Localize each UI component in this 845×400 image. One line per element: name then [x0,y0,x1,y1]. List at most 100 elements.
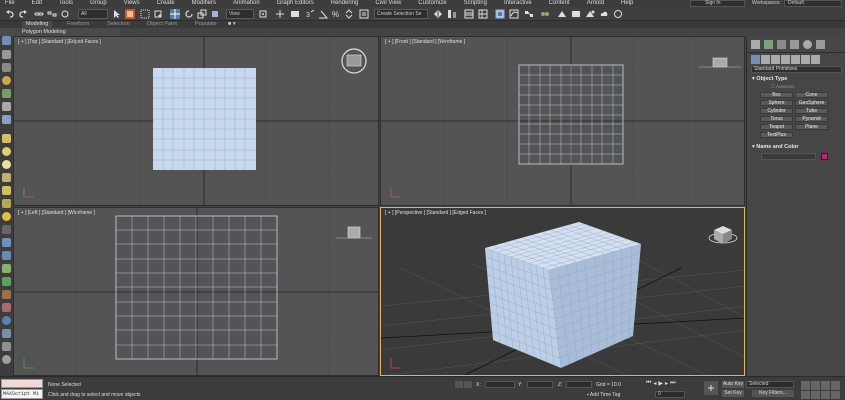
display-panel-icon[interactable] [803,40,812,49]
unlink-icon[interactable] [47,9,57,19]
select-by-name-icon[interactable] [125,9,135,19]
name-and-color-header[interactable]: ▾ Name and Color [752,144,798,150]
toggle-ribbon-icon[interactable] [495,9,505,19]
spinner-snap-icon[interactable] [344,9,354,19]
undo-icon[interactable] [5,9,15,19]
rendered-frame-window-icon[interactable] [571,9,581,19]
pyramid-button[interactable]: Pyramid [795,116,828,122]
utilities-icon[interactable] [2,342,11,351]
bind-spacewarp-icon[interactable] [60,9,70,19]
helper-icon[interactable] [2,173,11,182]
viewport-perspective[interactable]: [ + ] [Perspective ] [Standard ] [Edged … [380,207,745,376]
render-production-icon[interactable] [585,9,595,19]
ribbon-options-icon[interactable]: ■ ▾ [228,21,236,28]
set-key-icon[interactable]: + [704,381,718,395]
selection-filter-select[interactable]: All [78,9,108,19]
angle-snap-icon[interactable] [318,9,328,19]
maxscript-listener-input[interactable]: MAXScript Mi [1,389,43,399]
field-of-view-icon[interactable] [801,390,810,399]
scene-icon[interactable] [2,63,11,72]
menu-civil-view[interactable]: Civil View [370,0,401,7]
display-icon[interactable] [2,102,11,111]
menu-graph-editors[interactable]: Graph Editors [272,0,314,7]
cameras-category-icon[interactable] [781,55,790,64]
utilities-panel-icon[interactable] [816,40,825,49]
light-icon[interactable] [2,76,11,85]
tab-modeling[interactable]: Modeling [22,21,53,28]
tab-populate[interactable]: Populate [195,21,217,28]
menu-customize[interactable]: Customize [413,0,446,7]
align-icon[interactable] [447,9,457,19]
object-name-input[interactable] [761,153,816,160]
shapes-category-icon[interactable] [761,55,770,64]
object-color-swatch[interactable] [821,153,828,160]
create-selection-icon[interactable] [2,36,11,45]
sphere-button[interactable]: Sphere [760,100,793,106]
select-and-rotate-icon[interactable] [184,9,194,19]
cylinder-button[interactable]: Cylinder [760,108,793,114]
zoom-extents-icon[interactable] [821,381,830,390]
extras-icon[interactable] [2,355,11,364]
select-and-place-icon[interactable] [210,9,220,19]
orbit-icon[interactable] [821,390,830,399]
mirror-icon[interactable] [433,9,443,19]
maximize-viewport-icon[interactable] [831,390,840,399]
primitive-category-select[interactable]: Standard Primitives [751,66,842,73]
selection-lock-icon[interactable] [464,381,472,388]
keyboard-shortcut-icon[interactable] [290,9,300,19]
terrain-icon[interactable] [2,290,11,299]
textplus-button[interactable]: TextPlus [760,132,793,138]
shape-icon[interactable] [2,147,11,156]
play-icon[interactable]: ▶ [658,380,663,388]
dynamics-icon[interactable] [2,303,11,312]
auto-key-button[interactable]: Auto Key [722,381,744,388]
layer-explorer-icon[interactable] [478,9,488,19]
spacewarp-icon[interactable] [2,186,11,195]
key-filters-button[interactable]: Key Filters... [752,390,794,397]
menu-scripting[interactable]: Scripting [459,0,487,7]
x-coordinate-input[interactable] [485,381,515,388]
hierarchy-panel-icon[interactable] [777,40,786,49]
curve-editor-icon[interactable] [509,9,519,19]
hair-icon[interactable] [2,251,11,260]
menu-tools[interactable]: Tools [54,0,73,7]
current-frame-input[interactable]: 0 [655,391,685,398]
named-selection-set-select[interactable]: Create Selection Se [374,9,428,19]
menu-edit[interactable]: Edit [27,0,42,7]
viewport-top[interactable]: [ + ] [Top ] [Standard ] [Edged Faces ] [13,36,379,206]
autogrid-checkbox[interactable]: ☐ AutoGrid [771,84,794,90]
menu-help[interactable]: Help [616,0,633,7]
select-and-move-icon[interactable] [170,9,180,19]
globe-icon[interactable] [2,316,11,325]
next-frame-icon[interactable]: ▸ [665,380,668,388]
tab-freeform[interactable]: Freeform [67,21,89,28]
render-in-cloud-icon[interactable] [599,9,609,19]
add-time-tag[interactable]: ▪ Add Time Tag [587,392,620,398]
snaps-toggle-icon[interactable]: 3 [305,9,315,19]
tab-object-paint[interactable]: Object Paint [147,21,177,28]
lights-category-icon[interactable] [771,55,780,64]
geosphere-button[interactable]: GeoSphere [795,100,828,106]
pivot-center-icon[interactable] [258,9,268,19]
menu-create[interactable]: Create [152,0,175,7]
plane-button[interactable]: Plane [795,124,828,130]
sign-in-dropdown[interactable]: Sign In [690,0,745,7]
systems-category-icon[interactable] [811,55,820,64]
zoom-all-icon[interactable] [811,381,820,390]
edit-named-selection-icon[interactable] [359,9,369,19]
zoom-extents-all-icon[interactable] [831,381,840,390]
rectangular-region-icon[interactable] [140,9,150,19]
y-coordinate-input[interactable] [527,381,553,388]
sphere-icon[interactable] [2,160,11,169]
workspaces-select[interactable]: Default [784,0,842,7]
percent-snap-icon[interactable]: % [331,9,341,19]
spacewarps-category-icon[interactable] [801,55,810,64]
isolate-selection-icon[interactable] [455,381,463,388]
tube-button[interactable]: Tube [795,108,828,114]
menu-file[interactable]: File [0,0,15,7]
a360-gallery-icon[interactable] [613,9,623,19]
viewport-left[interactable]: [ + ] [Left ] [Standard ] [Wireframe ] [13,207,379,376]
motion-icon[interactable] [2,115,11,124]
render-elements-icon[interactable] [2,329,11,338]
select-object-icon[interactable] [112,9,122,19]
